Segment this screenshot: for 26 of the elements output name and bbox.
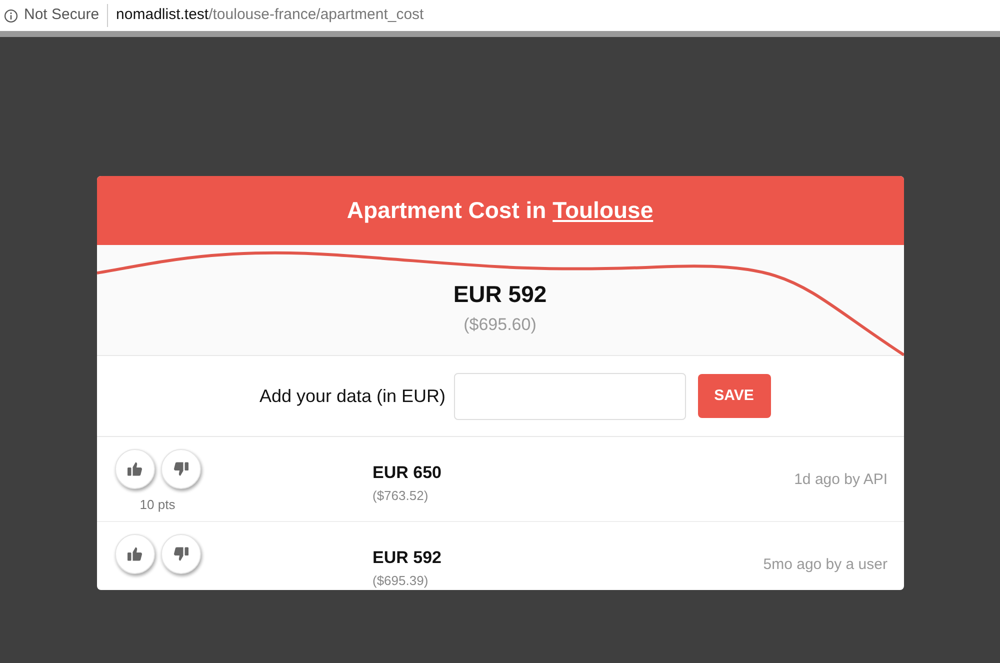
- thumbs-down-icon: [172, 460, 190, 478]
- thumbs-down-icon: [172, 545, 190, 563]
- url-text: nomadlist.test/toulouse-france/apartment_cost: [115, 5, 424, 26]
- entry-price-usd: ($695.39): [372, 572, 430, 590]
- form-label: Add your data (in EUR): [259, 384, 446, 408]
- city-link[interactable]: Toulouse: [552, 197, 654, 224]
- security-label: Not Secure: [24, 4, 108, 27]
- info-icon: [4, 8, 18, 22]
- entry-price-usd: ($763.52): [372, 486, 430, 505]
- thumbs-down-button[interactable]: [160, 449, 200, 489]
- thumbs-up-icon: [126, 460, 144, 478]
- save-button[interactable]: SAVE: [698, 374, 771, 418]
- thumbs-up-button[interactable]: [114, 534, 154, 574]
- entry-source: 1d ago by API: [794, 470, 888, 490]
- price-value: EUR 592: [453, 280, 547, 309]
- card-title: Apartment Cost in Toulouse: [346, 196, 654, 226]
- points-label: 10 pts: [140, 496, 176, 514]
- entry-source: 5mo ago by a user: [763, 555, 888, 575]
- thumbs-down-button[interactable]: [160, 534, 200, 574]
- address-bar[interactable]: Not Secure nomadlist.test/toulouse-france/apartment_cost: [0, 0, 1000, 31]
- price-input[interactable]: [454, 372, 686, 420]
- thumbs-up-icon: [126, 545, 144, 563]
- entry-price: EUR 650: [372, 462, 442, 484]
- entry-price: EUR 592: [372, 547, 442, 569]
- thumbs-up-button[interactable]: [114, 449, 154, 489]
- price-usd: ($695.60): [464, 314, 536, 336]
